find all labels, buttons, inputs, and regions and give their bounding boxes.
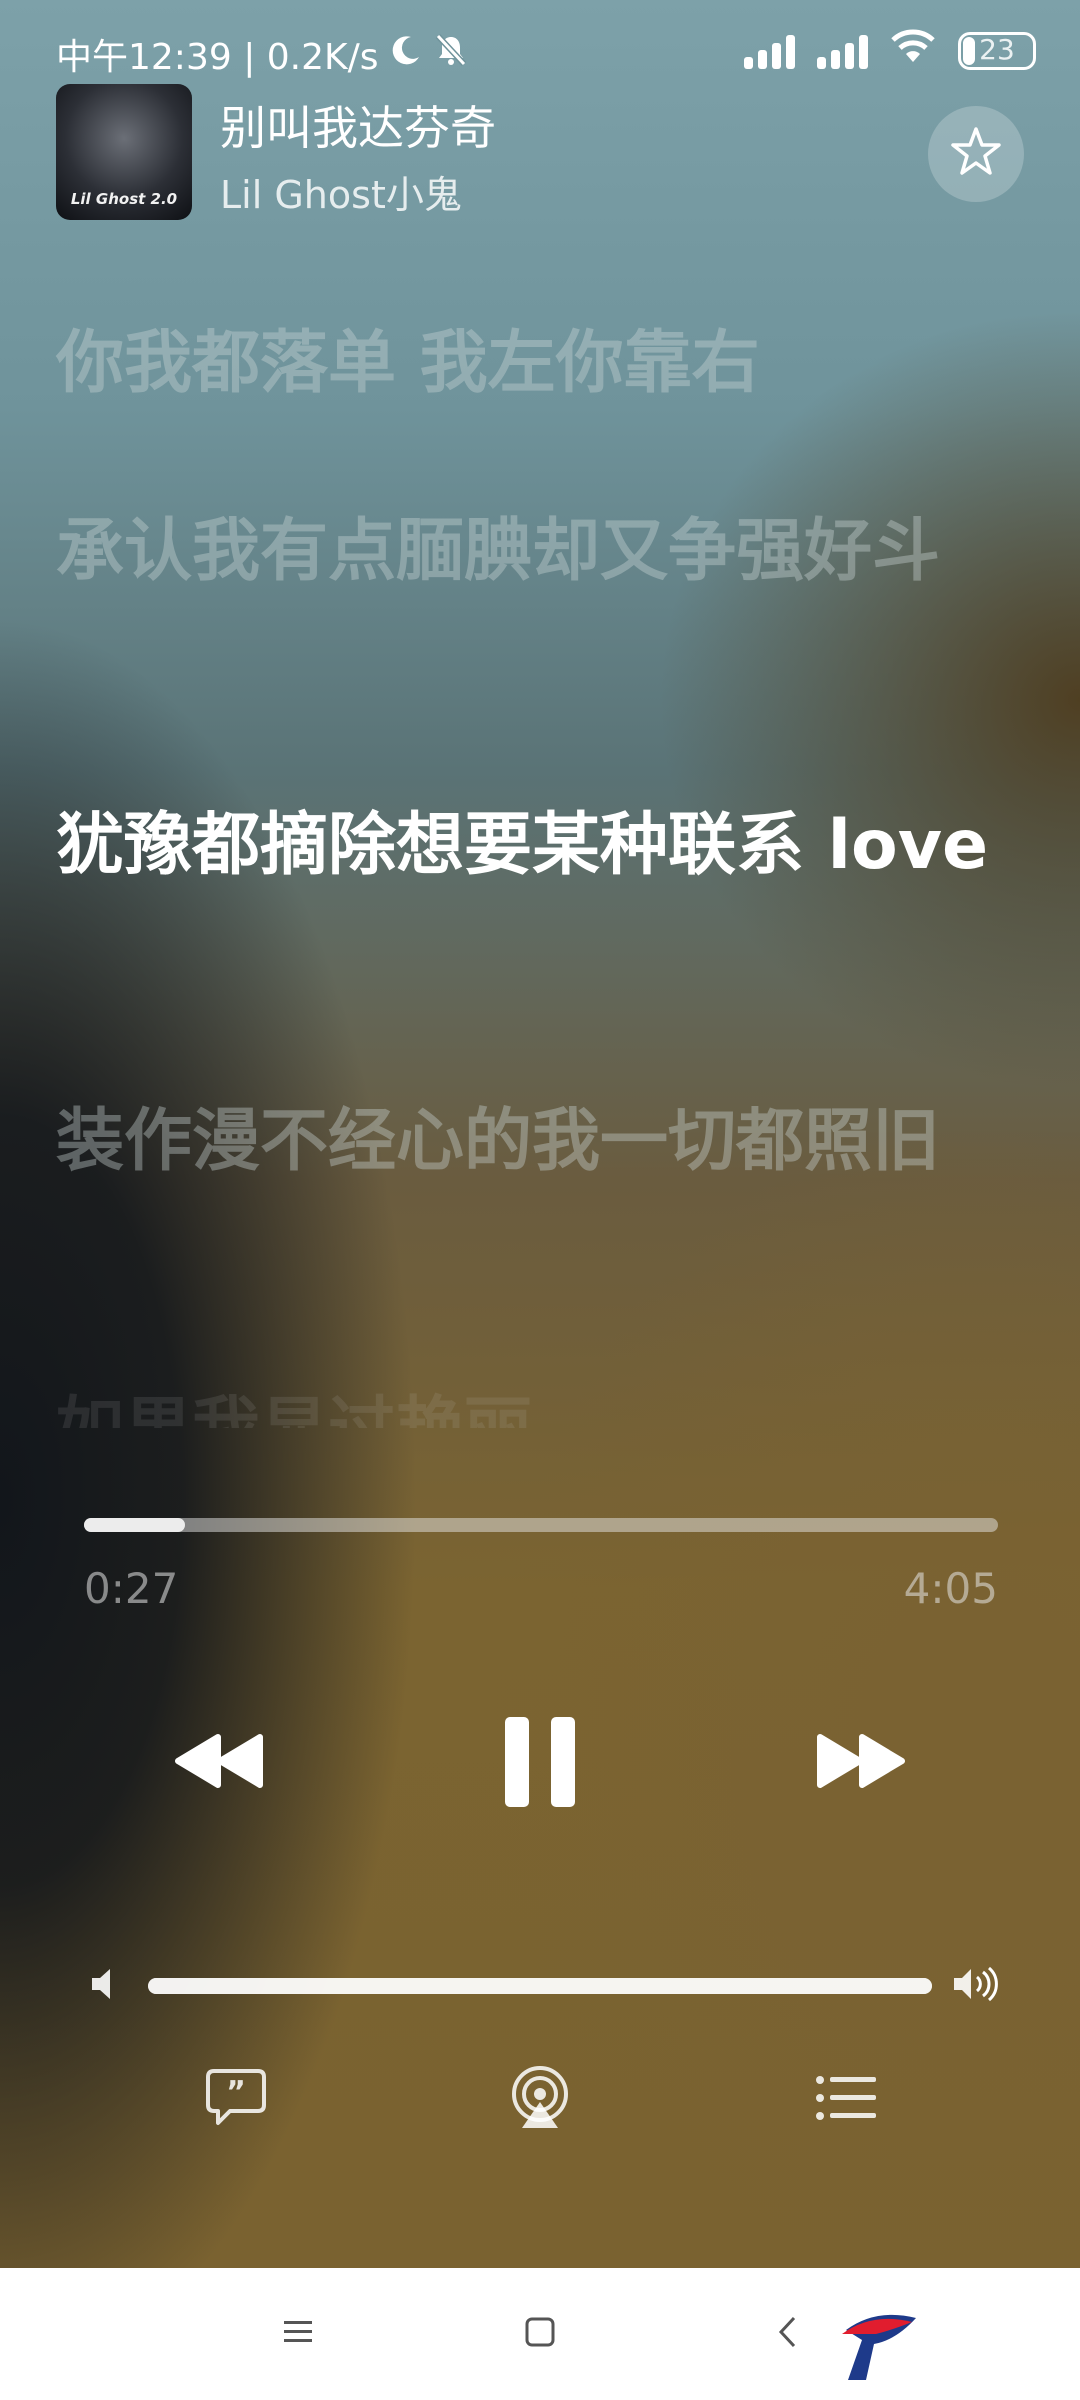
airplay-button[interactable] [506,2066,574,2134]
status-bar: 中午12:39 | 0.2K/s 23 [56,28,1036,78]
fast-forward-button[interactable] [810,1728,910,1798]
pause-icon [503,1715,577,1813]
nav-menu-button[interactable] [272,2308,324,2360]
status-left: 中午12:39 | 0.2K/s [56,28,469,80]
speaker-low-icon [88,1964,118,2008]
lyric-line-active[interactable]: 犹豫都摘除想要某种联系 love [56,794,1046,898]
lyric-line[interactable]: 你我都落单 我左你靠右 [56,312,1046,416]
pause-button[interactable] [500,1716,580,1812]
star-icon [949,125,1003,183]
volume-fill [148,1978,932,1994]
elapsed-time: 0:27 [84,1564,179,1613]
system-nav-bar [0,2268,1080,2400]
bell-off-icon [433,32,469,77]
signal-icon [817,33,868,69]
lyrics-button[interactable]: ” [202,2068,270,2132]
progress-bar[interactable] [84,1518,998,1532]
home-square-icon [524,2316,556,2352]
battery-level: 23 [979,32,1015,66]
progress-fill [84,1518,185,1532]
lyric-line[interactable]: 装作漫不经心的我一切都照旧 [56,1090,1046,1194]
svg-text:”: ” [226,2075,246,2110]
battery-icon: 23 [958,31,1036,70]
app-logo-icon [836,2300,922,2390]
status-time-speed: 中午12:39 | 0.2K/s [56,37,379,78]
rewind-button[interactable] [170,1728,270,1798]
lyric-line[interactable]: 承认我有点腼腆却又争强好斗 [56,500,1046,604]
album-art[interactable]: Lil Ghost 2.0 [56,84,192,220]
album-art-text: Lil Ghost 2.0 [70,190,178,208]
lyric-line-faded[interactable]: 如果我显过艳丽 [56,1378,1046,1428]
speaker-high-icon [952,1964,1000,2008]
song-title: 别叫我达芬奇 [220,101,496,155]
signal-icon [744,33,795,69]
wifi-icon [890,28,936,73]
lyrics-quote-icon: ” [204,2067,268,2133]
moon-icon [389,33,423,76]
back-chevron-icon [774,2314,802,2354]
status-right: 23 [744,28,1036,73]
airplay-icon [508,2066,572,2134]
favorite-button[interactable] [928,106,1024,202]
nav-home-button[interactable] [514,2308,566,2360]
menu-icon [282,2318,314,2350]
fast-forward-icon [812,1731,908,1795]
queue-list-icon [814,2072,878,2128]
rewind-icon [172,1731,268,1795]
queue-button[interactable] [812,2068,880,2132]
song-artist[interactable]: Lil Ghost小鬼 [220,164,462,219]
nav-back-button[interactable] [762,2308,814,2360]
duration-time: 4:05 [903,1564,998,1613]
volume-slider[interactable] [148,1978,932,1994]
